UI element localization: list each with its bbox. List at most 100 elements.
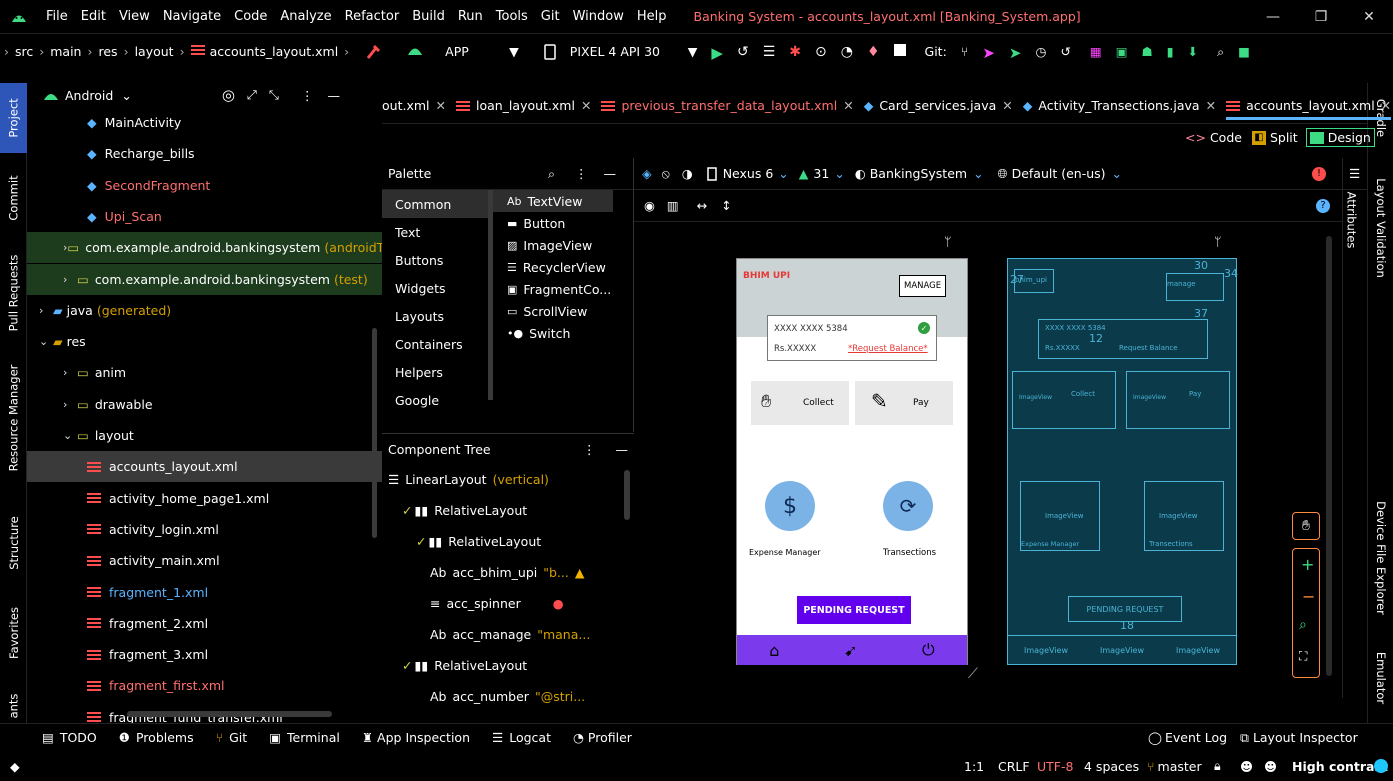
- tree-item[interactable]: › ▭ com.example.android.bankingsystem (test…: [27, 263, 382, 295]
- problems-tool-button[interactable]: ❶ Problems: [119, 730, 194, 745]
- profile-icon[interactable]: ◔: [841, 44, 853, 60]
- menu-tools[interactable]: Tools: [496, 9, 528, 24]
- blueprint-toggle-icon[interactable]: ▥: [667, 198, 679, 213]
- orientation-icon[interactable]: ⦸: [662, 166, 670, 182]
- menu-run[interactable]: Run: [458, 9, 483, 24]
- line-separator[interactable]: CRLF: [998, 759, 1030, 774]
- palette-item[interactable]: •● Switch: [493, 322, 613, 344]
- minimize-button[interactable]: —: [1249, 0, 1297, 34]
- view-options-icon[interactable]: ◉: [644, 198, 655, 213]
- build-variants-tool-tab[interactable]: ants: [0, 688, 27, 723]
- chevron-down-icon[interactable]: ⌄: [121, 88, 131, 103]
- chevron-down-icon[interactable]: ✓: [402, 503, 412, 518]
- chevron-down-icon[interactable]: ✓: [416, 534, 426, 549]
- emulator-tool-tab[interactable]: Emulator: [1368, 638, 1393, 718]
- avd-manager-icon[interactable]: ▮: [1167, 44, 1174, 59]
- cursor-position[interactable]: 1:1: [964, 759, 984, 774]
- editor-tab[interactable]: accounts_layout.xml ✕: [1226, 98, 1392, 120]
- palette-category[interactable]: Containers: [382, 330, 492, 358]
- zoom-in-icon[interactable]: +: [1301, 555, 1314, 574]
- chevron-right-icon[interactable]: ›: [39, 304, 53, 317]
- tree-item[interactable]: ⌄ ▭ layout: [27, 420, 382, 451]
- fit-screen-icon[interactable]: ⛶: [1299, 649, 1307, 664]
- palette-category[interactable]: Widgets: [382, 274, 492, 302]
- attributes-tab[interactable]: Attributes: [1344, 192, 1358, 249]
- split-mode-button[interactable]: ◧ Split: [1251, 130, 1298, 145]
- tree-item[interactable]: fragment_3.xml: [27, 639, 382, 670]
- palette-item[interactable]: ▭ ScrollView: [493, 300, 613, 322]
- project-hscrollbar[interactable]: [127, 711, 332, 717]
- menu-git[interactable]: Git: [541, 9, 560, 24]
- sync-gradle-icon[interactable]: ☗: [1142, 44, 1153, 59]
- tree-item[interactable]: ⌄ ▰ res: [27, 326, 382, 357]
- menu-build[interactable]: Build: [412, 9, 445, 24]
- device-select[interactable]: Nexus 6: [723, 166, 774, 181]
- palette-category[interactable]: Google: [382, 386, 492, 414]
- git-branch-status[interactable]: ⑂ master: [1147, 759, 1202, 774]
- options-icon[interactable]: ⋮: [301, 88, 314, 103]
- project-structure-icon[interactable]: ▦: [1090, 44, 1102, 59]
- editor-tab[interactable]: ◆ Activity_Transections.java ✕: [1023, 98, 1216, 113]
- pending-request-button[interactable]: PENDING REQUEST: [797, 596, 911, 624]
- project-scrollbar[interactable]: [372, 328, 377, 538]
- menu-navigate[interactable]: Navigate: [163, 9, 221, 24]
- component-tree-row[interactable]: Ab acc_manage "mana...: [382, 619, 634, 650]
- send-icon[interactable]: ➹: [844, 641, 857, 660]
- tree-item[interactable]: accounts_layout.xml: [27, 451, 382, 483]
- resize-handle-icon[interactable]: ⟋: [968, 666, 978, 682]
- tree-item[interactable]: › ▰ java (generated): [27, 295, 382, 326]
- palette-category[interactable]: Buttons: [382, 246, 492, 274]
- breadcrumb-res[interactable]: res: [98, 44, 117, 59]
- search-icon[interactable]: ⌕: [548, 166, 555, 182]
- project-tool-tab[interactable]: Project: [0, 83, 27, 153]
- stop-icon[interactable]: [893, 44, 906, 56]
- chevron-down-icon[interactable]: ⌄: [39, 335, 53, 348]
- collect-button[interactable]: ✋︎ Collect: [751, 381, 849, 425]
- tree-item[interactable]: activity_main.xml: [27, 545, 382, 576]
- profiler-tool-button[interactable]: ◔ Profiler: [573, 730, 632, 745]
- close-tab-icon[interactable]: ✕: [436, 98, 446, 113]
- memory-indicator-icon[interactable]: [1374, 759, 1388, 773]
- menu-refactor[interactable]: Refactor: [345, 9, 400, 24]
- device-file-explorer-tool-tab[interactable]: Device File Explorer: [1368, 483, 1393, 633]
- device-select[interactable]: PIXEL 4 API 30: [570, 44, 674, 59]
- night-mode-icon[interactable]: ◑: [682, 166, 693, 181]
- error-icon[interactable]: !: [1312, 166, 1326, 181]
- zoom-out-icon[interactable]: −: [1302, 587, 1315, 606]
- apply-code-changes-icon[interactable]: ☰: [763, 44, 776, 60]
- palette-category[interactable]: Text: [382, 218, 492, 246]
- run-config-select[interactable]: APP: [445, 44, 495, 59]
- request-balance-link[interactable]: *Request Balance*: [848, 344, 928, 354]
- palette-item[interactable]: ▣ FragmentCo...: [493, 278, 613, 300]
- hide-panel-icon[interactable]: —: [604, 166, 617, 181]
- menu-view[interactable]: View: [119, 9, 150, 24]
- git-commit-icon[interactable]: ➤: [982, 44, 995, 62]
- vertical-resize-icon[interactable]: ↕: [721, 198, 731, 213]
- git-rollback-icon[interactable]: ↺: [1060, 44, 1070, 59]
- git-history-icon[interactable]: ◷: [1035, 44, 1046, 59]
- options-icon[interactable]: ⋮: [575, 166, 588, 181]
- breadcrumb-file[interactable]: accounts_layout.xml: [210, 44, 339, 59]
- component-tree-row[interactable]: ☰ LinearLayout (vertical): [382, 464, 634, 495]
- feedback-face-icon[interactable]: ☻: [1264, 759, 1277, 774]
- options-icon[interactable]: ⋮: [583, 442, 596, 457]
- resource-manager-tool-tab[interactable]: Resource Manager: [0, 348, 27, 488]
- collapse-all-icon[interactable]: ⤡: [269, 87, 279, 103]
- attach-icon[interactable]: ♦: [867, 44, 880, 60]
- manage-button[interactable]: MANAGE: [899, 275, 947, 297]
- locale-select[interactable]: Default (en-us): [1012, 166, 1106, 181]
- api-select[interactable]: 31: [813, 166, 829, 181]
- editor-tab[interactable]: ◆ Card_services.java ✕: [864, 98, 1013, 113]
- pan-hand-icon[interactable]: ✋︎: [1292, 512, 1320, 540]
- pay-button[interactable]: ✎ Pay: [855, 381, 953, 425]
- component-tree-row[interactable]: ✓ ▮▮ RelativeLayout: [382, 650, 634, 681]
- lock-icon[interactable]: 🔒︎: [1214, 758, 1221, 774]
- design-mode-button[interactable]: Design: [1305, 128, 1375, 147]
- commit-tool-tab[interactable]: Commit: [0, 163, 27, 233]
- run-icon[interactable]: ▶: [711, 44, 723, 62]
- tree-item[interactable]: › ▭ com.example.android.bankingsystem (andr…: [27, 232, 382, 264]
- git-tool-button[interactable]: ⑂ Git: [216, 730, 248, 745]
- palette-category[interactable]: Common: [382, 190, 492, 218]
- component-tree-row[interactable]: Ab acc_bhim_upi "b... ▲: [382, 557, 634, 588]
- chevron-right-icon[interactable]: ›: [63, 398, 77, 411]
